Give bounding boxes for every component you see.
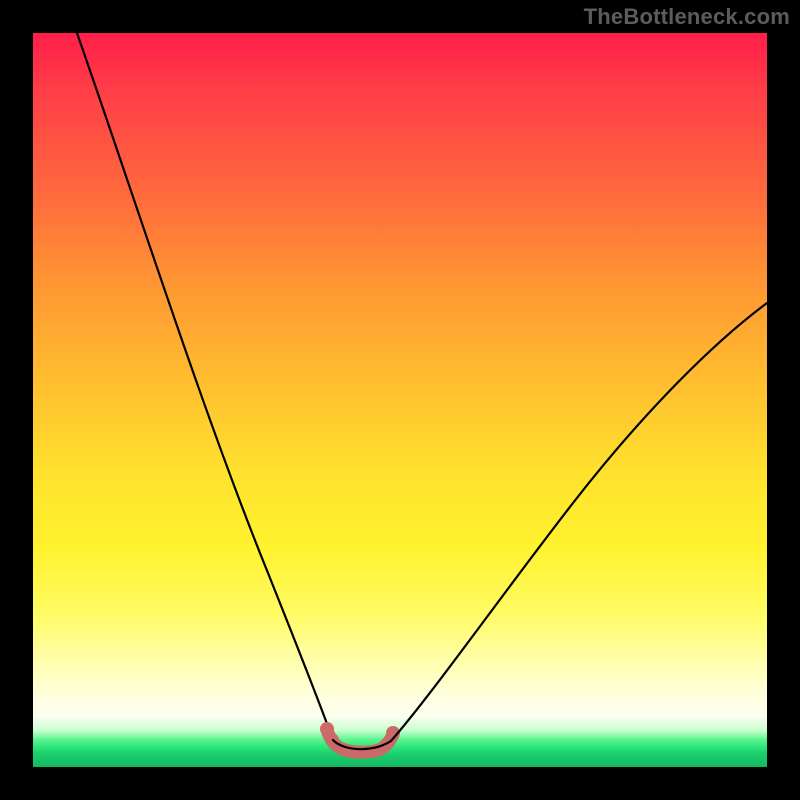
- curve-layer: [33, 33, 767, 767]
- plot-area: [33, 33, 767, 767]
- curve-right-branch: [391, 303, 767, 741]
- chart-frame: TheBottleneck.com: [0, 0, 800, 800]
- watermark-label: TheBottleneck.com: [584, 4, 790, 30]
- curve-left-branch: [77, 33, 333, 740]
